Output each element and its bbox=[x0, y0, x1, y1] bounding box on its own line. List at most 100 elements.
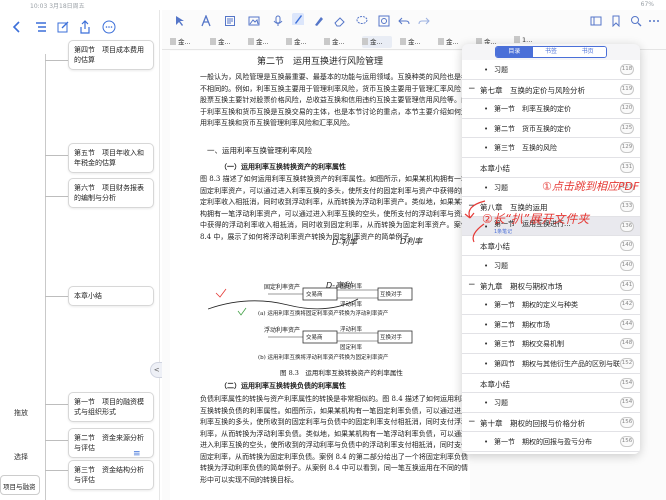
tab-bookmarks[interactable]: 书签 bbox=[532, 47, 570, 57]
note-tool-icon[interactable] bbox=[224, 15, 236, 27]
toc-section-row[interactable]: • 第二节 货币互换的定价 125 bbox=[462, 118, 640, 139]
toc-row-label: 习题 bbox=[494, 66, 508, 74]
pdf-file-icon bbox=[324, 38, 330, 45]
mindmap-node[interactable]: 第五节 项目年收入和年税金的估算 bbox=[68, 143, 154, 173]
toc-section-row[interactable]: • 第一节 期权的回报与盈亏分布 156 bbox=[462, 432, 640, 452]
toc-row-label: 第三节 互换的风险 bbox=[494, 144, 557, 153]
toc-section-row[interactable]: • 习题 140 bbox=[462, 255, 640, 276]
back-icon[interactable] bbox=[10, 20, 24, 34]
fig-label: 浮动利率 bbox=[340, 327, 363, 333]
bullet-icon: • bbox=[484, 399, 489, 408]
toc-row-label: 第七章 互换的定价与风险分析 bbox=[480, 85, 585, 95]
bullet-icon: • bbox=[484, 301, 489, 310]
document-tab-active[interactable]: 金... bbox=[362, 36, 392, 48]
heading-level-3: （二）运用利率互换转换负债的利率属性 bbox=[220, 381, 346, 390]
toc-section-row[interactable]: • 习题 154 bbox=[462, 393, 640, 413]
toc-popover[interactable]: 目录 书签 书页 • 习题 118− 第七章 互换的定价与风险分析 119 • 第一节 利率… bbox=[462, 44, 640, 454]
collapse-toggle-icon[interactable]: − bbox=[468, 417, 476, 427]
text-tool-icon[interactable] bbox=[200, 15, 212, 27]
status-bar: 10:03 3月18日周五 67% bbox=[0, 0, 666, 10]
toc-segmented-control: 目录 书签 书页 bbox=[495, 46, 607, 58]
mindmap-node[interactable]: 本章小结 bbox=[68, 286, 154, 306]
highlighter-icon[interactable] bbox=[312, 15, 324, 27]
mindmap-node[interactable]: 第四节 项目成本费用的估算 bbox=[68, 40, 154, 70]
toc-row-label: 第二节 货币互换的定价 bbox=[494, 124, 571, 133]
toc-section-row[interactable]: • 第三节 期权交易机制 148 bbox=[462, 334, 640, 354]
fig-caption: (a) 运用利率互换将固定利率资产转换为浮动利率资产 bbox=[258, 311, 389, 317]
pen-tool-icon[interactable] bbox=[292, 13, 304, 25]
mindmap-toggle-icon[interactable] bbox=[590, 15, 602, 27]
toc-page-number: 141 bbox=[620, 279, 634, 291]
toc-row-label: 第一节 期权的回报与盈亏分布 bbox=[494, 438, 592, 447]
toc-section-row[interactable]: • 第一节 利率互换的定价 120 bbox=[462, 99, 640, 119]
toc-page-number: 118 bbox=[620, 64, 634, 75]
pdf-file-icon bbox=[210, 38, 216, 45]
toc-section-row[interactable]: • 第四节 期权与其他衍生产品的区别与联系 152 bbox=[462, 353, 640, 374]
toc-row-label: 第九章 期权与期权市场 bbox=[480, 281, 563, 291]
lasso-icon[interactable] bbox=[356, 15, 368, 27]
cursor-icon[interactable] bbox=[174, 15, 186, 27]
toc-chapter-row[interactable]: 本章小结 131 bbox=[462, 157, 640, 178]
collapse-toggle-icon[interactable]: − bbox=[468, 280, 476, 290]
toc-section-row[interactable]: •第二节 期权价格的特性172 bbox=[462, 451, 640, 454]
select-label[interactable]: 选择 bbox=[14, 452, 28, 462]
undo-icon[interactable] bbox=[398, 15, 410, 27]
more-icon[interactable] bbox=[102, 20, 116, 34]
mindmap-node[interactable]: 第一节 项目的融资模式与组织形式 bbox=[68, 392, 154, 422]
audio-tool-icon[interactable] bbox=[272, 15, 284, 27]
pdf-page[interactable]: 第二节 运用互换进行风险管理 一般认为，风险管理是互换最重要、最基本的功能与运用… bbox=[170, 51, 470, 500]
toc-page-number: 131 bbox=[620, 161, 634, 173]
mindmap-node[interactable]: 第六节 项目财务报表的编制与分析 bbox=[68, 178, 154, 208]
mindmap-node[interactable]: 第三节 资金结构分析与评估 bbox=[68, 460, 154, 490]
outline-icon[interactable] bbox=[34, 20, 48, 34]
edit-icon[interactable] bbox=[56, 20, 70, 34]
drag-label[interactable]: 拖放 bbox=[14, 408, 28, 418]
body-paragraph: 图 8.3 描述了如何运用利率互换转换资产的利率属性。如图所示，如果某机构拥有一… bbox=[200, 175, 468, 241]
toc-section-row[interactable]: • 第三节 互换的风险 129 bbox=[462, 138, 640, 158]
search-icon[interactable] bbox=[630, 15, 642, 27]
toc-row-label: 习题 bbox=[494, 261, 508, 270]
mindmap-pane[interactable] bbox=[0, 10, 160, 500]
toc-row-label: 习题 bbox=[494, 183, 508, 192]
document-tab[interactable]: 金... bbox=[210, 36, 240, 48]
toc-chapter-row[interactable]: − 第九章 期权与期权市场 141 bbox=[462, 275, 640, 296]
eraser-icon[interactable] bbox=[334, 15, 346, 27]
bullet-icon: • bbox=[484, 124, 489, 133]
toc-chapter-row[interactable]: 本章小结 154 bbox=[462, 373, 640, 394]
bullet-icon: • bbox=[484, 144, 489, 153]
figure-caption: 图 8.3 运用利率互换转换资产的利率属性 bbox=[280, 369, 403, 377]
toc-row-label: 习题 bbox=[494, 399, 508, 408]
document-tab[interactable]: 金... bbox=[400, 36, 430, 48]
bullet-icon: • bbox=[484, 261, 489, 270]
tab-contents[interactable]: 目录 bbox=[496, 47, 533, 57]
toc-page-number: 148 bbox=[620, 338, 634, 350]
branch-line bbox=[45, 60, 69, 61]
more-options-icon[interactable] bbox=[648, 15, 660, 27]
shape-tool-icon[interactable] bbox=[378, 15, 390, 27]
redo-icon[interactable] bbox=[418, 15, 430, 27]
mindmap-root-node[interactable]: 项目与融资 bbox=[0, 475, 40, 495]
pdf-file-icon bbox=[362, 38, 368, 45]
tab-pages[interactable]: 书页 bbox=[569, 47, 606, 57]
section-title: 第二节 运用互换进行风险管理 bbox=[256, 57, 383, 67]
toc-chapter-row[interactable]: − 第七章 互换的定价与风险分析 119 bbox=[462, 79, 640, 100]
toc-chapter-row[interactable]: − 第十章 期权的回报与价格分析 156 bbox=[462, 412, 640, 433]
bookmark-icon[interactable] bbox=[610, 15, 622, 27]
document-tab[interactable]: 金... bbox=[286, 36, 316, 48]
body-paragraph: 负债利率属性的转换与资产利率属性的转换是非常相似的。图 8.4 描述了如何运用利… bbox=[200, 395, 468, 484]
list-icon[interactable]: ≡ bbox=[133, 449, 143, 459]
toc-section-row[interactable]: • 习题 118 bbox=[462, 60, 640, 80]
toc-section-row[interactable]: • 第一节 期权的定义与种类 142 bbox=[462, 295, 640, 315]
toc-row-label: 第一节 利率互换的定价 bbox=[494, 105, 571, 114]
bullet-icon: • bbox=[484, 438, 489, 447]
fig-label: 互换对手 bbox=[380, 335, 403, 341]
swap-diagram: 固定利率资产 交易商 固定利率 浮动利率 互换对手 (a) 运用利率互换将固定利… bbox=[207, 281, 470, 369]
image-tool-icon[interactable] bbox=[248, 15, 260, 27]
document-tab[interactable]: 金... bbox=[170, 36, 200, 48]
toc-row-label: 第三节 期权交易机制 bbox=[494, 340, 564, 349]
share-icon[interactable] bbox=[78, 20, 92, 34]
collapse-toggle-icon[interactable]: − bbox=[468, 84, 476, 94]
document-tab[interactable]: 金... bbox=[248, 36, 278, 48]
document-tab[interactable]: 金... bbox=[324, 36, 354, 48]
toc-section-row[interactable]: • 第二节 期权市场 144 bbox=[462, 314, 640, 335]
